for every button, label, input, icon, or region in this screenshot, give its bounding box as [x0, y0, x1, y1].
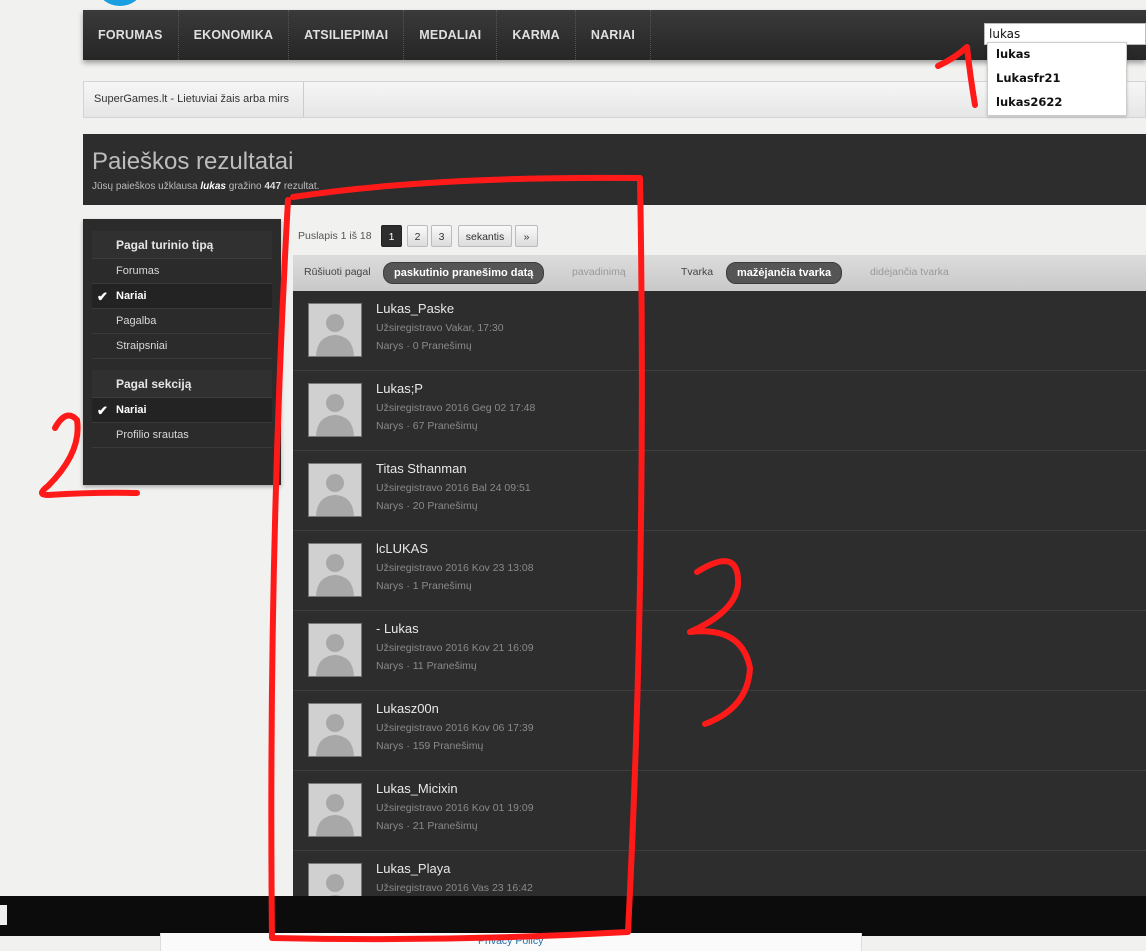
file-icon — [0, 905, 7, 925]
member-meta: Narys · 20 Pranešimų — [376, 500, 478, 512]
sort-label: Rūšiuoti pagal — [304, 266, 371, 278]
results-list: Lukas_Paske Užsiregistravo Vakar, 17:30 … — [293, 291, 1146, 896]
avatar[interactable] — [308, 783, 362, 837]
avatar[interactable] — [308, 623, 362, 677]
filter-label: Forumas — [116, 265, 160, 277]
member-name[interactable]: lcLUKAS — [376, 541, 428, 556]
summary-mid: gražino — [228, 181, 262, 192]
nav-karma[interactable]: KARMA — [497, 10, 576, 60]
member-meta: Narys · 11 Pranešimų — [376, 660, 477, 672]
filter-label: Profilio srautas — [116, 429, 189, 441]
avatar[interactable] — [308, 383, 362, 437]
nav-ekonomika[interactable]: EKONOMIKA — [179, 10, 290, 60]
nav-nariai[interactable]: NARIAI — [576, 10, 652, 60]
summary-query: lukas — [200, 181, 226, 192]
checkmark-icon: ✔ — [97, 403, 108, 418]
avatar[interactable] — [308, 303, 362, 357]
filter-type-straipsniai[interactable]: Straipsniai — [92, 334, 272, 359]
filter-type-forumas[interactable]: Forumas — [92, 259, 272, 284]
order-label: Tvarka — [681, 266, 714, 278]
page-1-button[interactable]: 1 — [381, 225, 402, 247]
summary-suffix: rezultat. — [283, 181, 320, 192]
member-name[interactable]: Lukas_Micixin — [376, 781, 458, 796]
order-asc-link[interactable]: didėjančia tvarka — [870, 266, 949, 278]
list-item: lcLUKAS Užsiregistravo 2016 Kov 23 13:08… — [293, 531, 1146, 611]
list-item: Lukasz00n Užsiregistravo 2016 Kov 06 17:… — [293, 691, 1146, 771]
list-item: Lukas_Playa Užsiregistravo 2016 Vas 23 1… — [293, 851, 1146, 896]
list-item: Lukas;P Užsiregistravo 2016 Geg 02 17:48… — [293, 371, 1146, 451]
filter-section-profilio-srautas[interactable]: Profilio srautas — [92, 423, 272, 448]
last-page-button[interactable]: » — [515, 225, 538, 247]
avatar[interactable] — [308, 463, 362, 517]
member-registered: Užsiregistravo 2016 Geg 02 17:48 — [376, 402, 536, 414]
member-registered: Užsiregistravo 2016 Kov 21 16:09 — [376, 642, 534, 654]
member-name[interactable]: Lukas;P — [376, 381, 423, 396]
filter-section-heading: Pagal sekciją — [92, 370, 272, 398]
page-title: Paieškos rezultatai — [92, 148, 294, 175]
member-registered: Užsiregistravo 2016 Vas 23 16:42 — [376, 882, 533, 894]
breadcrumb-home[interactable]: SuperGames.lt - Lietuviai žais arba mirs — [84, 82, 305, 117]
sort-by-title-link[interactable]: pavadinimą — [572, 266, 626, 278]
filter-label: Nariai — [116, 404, 147, 416]
filter-type-pagalba[interactable]: Pagalba — [92, 309, 272, 334]
filter-type-heading: Pagal turinio tipą — [92, 231, 272, 259]
bottom-bar — [0, 896, 1146, 936]
search-suggestions: lukas Lukasfr21 lukas2622 — [987, 42, 1127, 116]
member-meta: Narys · 159 Pranešimų — [376, 740, 484, 752]
list-item: Lukas_Micixin Užsiregistravo 2016 Kov 01… — [293, 771, 1146, 851]
logo — [98, 0, 142, 6]
next-page-button[interactable]: sekantis — [458, 225, 512, 247]
filter-type-nariai[interactable]: ✔ Nariai — [92, 284, 272, 309]
filter-label: Pagalba — [116, 315, 157, 327]
filter-sidebar: Pagal turinio tipą Forumas ✔ Nariai Pagal… — [83, 219, 281, 485]
member-meta: Narys · 1 Pranešimų — [376, 580, 472, 592]
avatar[interactable] — [308, 863, 362, 896]
member-registered: Užsiregistravo 2016 Kov 06 17:39 — [376, 722, 534, 734]
list-item: Titas Sthanman Užsiregistravo 2016 Bal 2… — [293, 451, 1146, 531]
avatar[interactable] — [308, 543, 362, 597]
member-registered: Užsiregistravo Vakar, 17:30 — [376, 322, 504, 334]
page-2-button[interactable]: 2 — [407, 225, 428, 247]
member-name[interactable]: Lukas_Playa — [376, 861, 450, 876]
checkmark-icon: ✔ — [97, 289, 108, 304]
page-count: Puslapis 1 iš 18 — [298, 230, 372, 242]
suggestion-item[interactable]: lukas2622 — [988, 91, 1126, 115]
member-registered: Užsiregistravo 2016 Kov 01 19:09 — [376, 802, 534, 814]
nav-forumas[interactable]: FORUMAS — [83, 10, 179, 60]
member-registered: Užsiregistravo 2016 Kov 23 13:08 — [376, 562, 534, 574]
filter-label: Nariai — [116, 290, 147, 302]
member-meta: Narys · 67 Pranešimų — [376, 420, 478, 432]
member-meta: Narys · 21 Pranešimų — [376, 820, 478, 832]
summary-count: 447 — [264, 181, 282, 192]
member-meta: Narys · 0 Pranešimų — [376, 340, 472, 352]
order-desc-button[interactable]: mažėjančia tvarka — [726, 262, 843, 284]
avatar[interactable] — [308, 703, 362, 757]
sort-bar: Rūšiuoti pagal paskutinio pranešimo datą… — [293, 255, 1146, 292]
page-3-button[interactable]: 3 — [431, 225, 452, 247]
list-item: - Lukas Užsiregistravo 2016 Kov 21 16:09… — [293, 611, 1146, 691]
sort-by-date-button[interactable]: paskutinio pranešimo datą — [383, 262, 545, 284]
search-summary: Jūsų paieškos užklausa lukas gražino 447… — [92, 181, 319, 192]
member-registered: Užsiregistravo 2016 Bal 24 09:51 — [376, 482, 531, 494]
filter-section-nariai[interactable]: ✔ Nariai — [92, 398, 272, 423]
list-item: Lukas_Paske Užsiregistravo Vakar, 17:30 … — [293, 291, 1146, 371]
member-name[interactable]: Lukasz00n — [376, 701, 439, 716]
suggestion-item[interactable]: Lukasfr21 — [988, 67, 1126, 91]
nav-medaliai[interactable]: MEDALIAI — [404, 10, 498, 60]
suggestion-item[interactable]: lukas — [988, 43, 1126, 67]
member-name[interactable]: - Lukas — [376, 621, 419, 636]
summary-prefix: Jūsų paieškos užklausa — [92, 181, 198, 192]
nav-atsiliepimai[interactable]: ATSILIEPIMAI — [289, 10, 405, 60]
privacy-policy-link[interactable]: Privacy Policy — [478, 935, 543, 947]
member-name[interactable]: Lukas_Paske — [376, 301, 454, 316]
filter-label: Straipsniai — [116, 340, 168, 352]
member-name[interactable]: Titas Sthanman — [376, 461, 467, 476]
search-header: Paieškos rezultatai Jūsų paieškos užklau… — [83, 134, 1146, 205]
